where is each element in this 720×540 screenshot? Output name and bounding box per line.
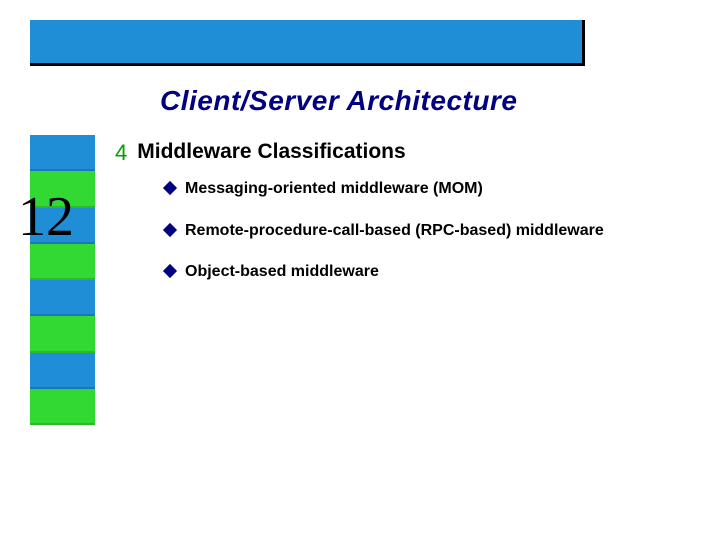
- section-header: 4 Middleware Classifications: [115, 140, 406, 166]
- diamond-icon: [163, 223, 177, 237]
- stripe: [30, 353, 95, 389]
- page-title: Client/Server Architecture: [160, 85, 517, 117]
- list-item: Object-based middleware: [165, 261, 615, 283]
- list-item: Messaging-oriented middleware (MOM): [165, 178, 615, 200]
- header-bar: [30, 20, 585, 66]
- stripe: [30, 280, 95, 316]
- bullet-text: Object-based middleware: [185, 261, 379, 283]
- stripe: [30, 316, 95, 352]
- sidebar-stripes: [30, 135, 95, 425]
- stripe: [30, 389, 95, 425]
- bullet-text: Remote-procedure-call-based (RPC-based) …: [185, 220, 604, 242]
- diamond-icon: [163, 181, 177, 195]
- diamond-icon: [163, 264, 177, 278]
- stripe: [30, 244, 95, 280]
- section-bullet-icon: 4: [115, 140, 127, 166]
- stripe: [30, 135, 95, 171]
- bullet-list: Messaging-oriented middleware (MOM) Remo…: [165, 178, 615, 303]
- slide-number: 12: [18, 185, 74, 249]
- bullet-text: Messaging-oriented middleware (MOM): [185, 178, 483, 200]
- list-item: Remote-procedure-call-based (RPC-based) …: [165, 220, 615, 242]
- section-header-text: Middleware Classifications: [137, 140, 405, 164]
